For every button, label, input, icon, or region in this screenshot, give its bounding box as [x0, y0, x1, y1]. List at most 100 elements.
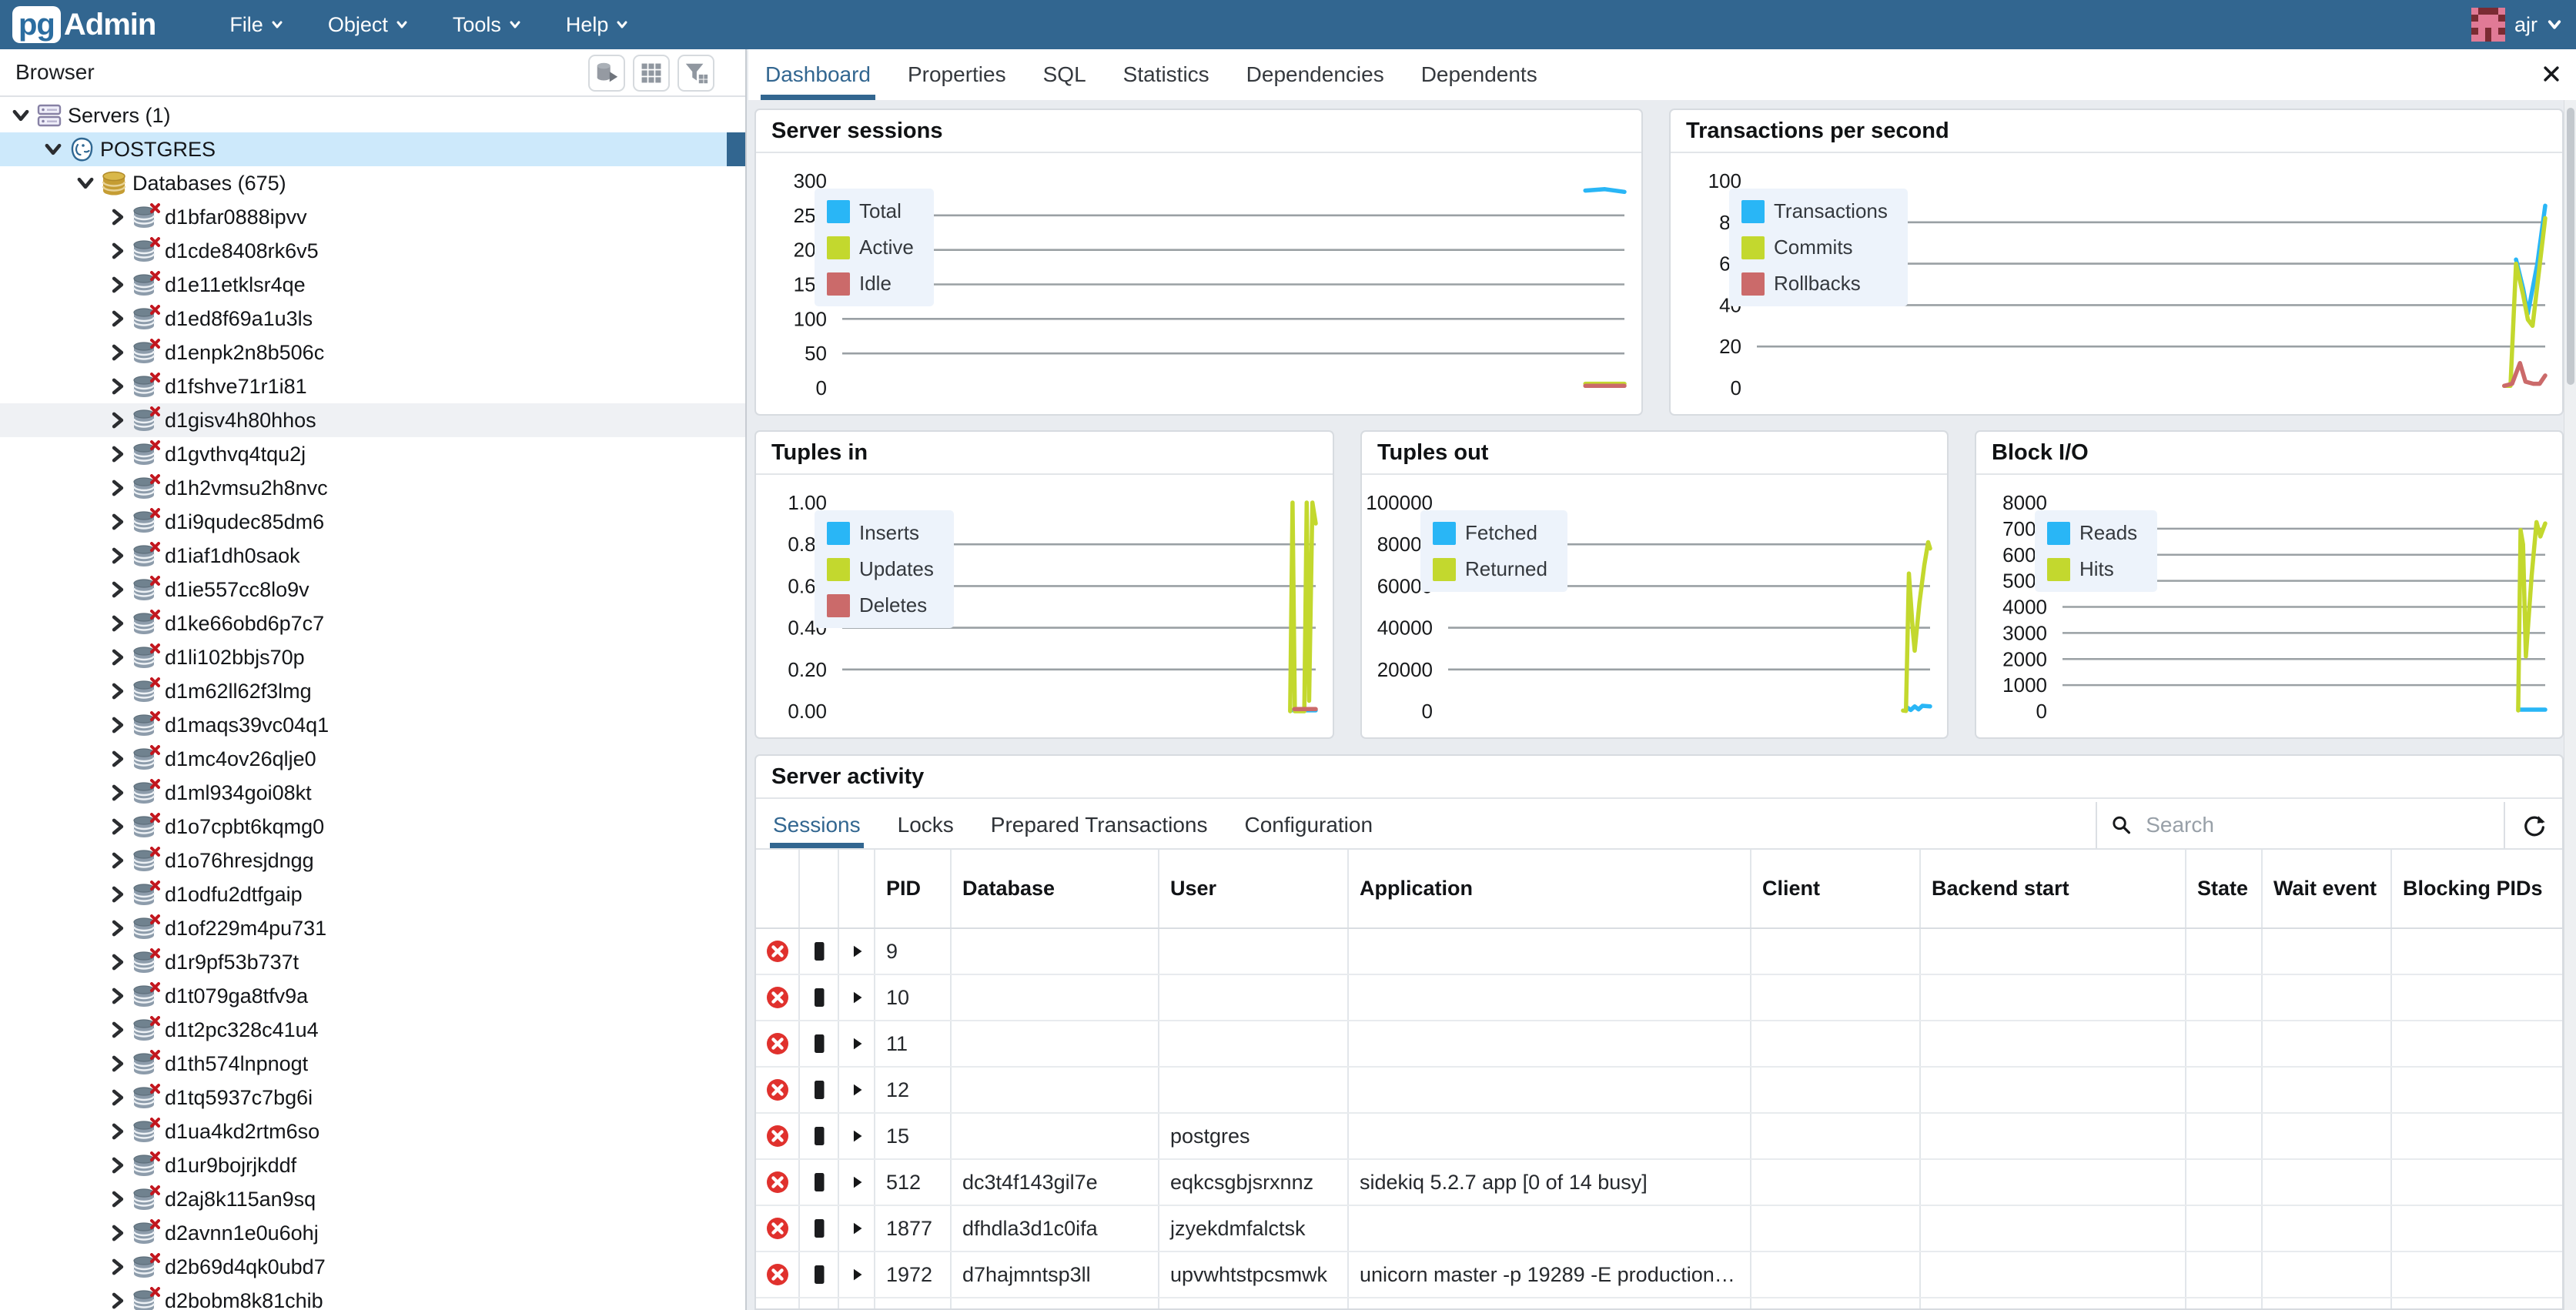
tree-item-d1odfu2dtfgaip[interactable]: d1odfu2dtfgaip	[0, 877, 745, 911]
chevron-right-icon[interactable]	[106, 984, 129, 1008]
chevron-right-icon[interactable]	[106, 1018, 129, 1041]
cancel-query-button[interactable]	[756, 1298, 800, 1308]
cancel-query-button[interactable]	[756, 1252, 800, 1297]
tree-item-d1t2pc328c41u4[interactable]: d1t2pc328c41u4	[0, 1013, 745, 1047]
tree-item-d1li102bbjs70p[interactable]: d1li102bbjs70p	[0, 640, 745, 674]
scrollbar-thumb[interactable]	[2567, 108, 2574, 385]
terminate-session-button[interactable]	[800, 1298, 839, 1308]
column-header-backend-start[interactable]: Backend start	[1921, 850, 2186, 927]
cancel-query-button[interactable]	[756, 1021, 800, 1066]
column-header-application[interactable]: Application	[1349, 850, 1751, 927]
tree-item-d1m62ll62f3lmg[interactable]: d1m62ll62f3lmg	[0, 674, 745, 708]
chevron-right-icon[interactable]	[106, 206, 129, 229]
terminate-session-button[interactable]	[800, 1160, 839, 1205]
expand-details-button[interactable]	[839, 929, 875, 974]
expand-details-button[interactable]	[839, 1068, 875, 1112]
close-panel-button[interactable]	[2538, 60, 2565, 88]
expand-details-button[interactable]	[839, 1298, 875, 1308]
tree-item-d1bfar0888ipvv[interactable]: d1bfar0888ipvv	[0, 200, 745, 234]
chevron-right-icon[interactable]	[106, 273, 129, 296]
column-header-icon-0[interactable]	[756, 850, 800, 927]
tree-item-d1t079ga8tfv9a[interactable]: d1t079ga8tfv9a	[0, 979, 745, 1013]
chevron-right-icon[interactable]	[106, 544, 129, 567]
tree-item-d1ie557cc8lo9v[interactable]: d1ie557cc8lo9v	[0, 573, 745, 607]
refresh-button[interactable]	[2517, 811, 2551, 840]
menu-object[interactable]: Object	[328, 13, 408, 37]
column-header-blocking-pids[interactable]: Blocking PIDs	[2392, 850, 2562, 927]
filtered-rows-button[interactable]	[677, 55, 714, 92]
chevron-right-icon[interactable]	[106, 646, 129, 669]
tree-item-servers-1[interactable]: Servers (1)	[0, 99, 745, 132]
chevron-right-icon[interactable]	[106, 239, 129, 262]
tree-item-d1r9pf53b737t[interactable]: d1r9pf53b737t	[0, 945, 745, 979]
chevron-right-icon[interactable]	[106, 1289, 129, 1310]
chevron-right-icon[interactable]	[106, 443, 129, 466]
tree-item-d1gvthvq4tqu2j[interactable]: d1gvthvq4tqu2j	[0, 437, 745, 471]
tab-dependents[interactable]: Dependents	[1421, 49, 1537, 100]
chevron-right-icon[interactable]	[106, 510, 129, 533]
chevron-right-icon[interactable]	[106, 849, 129, 872]
chevron-right-icon[interactable]	[106, 1154, 129, 1177]
activity-tab-configuration[interactable]: Configuration	[1245, 802, 1373, 848]
terminate-session-button[interactable]	[800, 1021, 839, 1066]
cancel-query-button[interactable]	[756, 975, 800, 1020]
column-header-state[interactable]: State	[2186, 850, 2263, 927]
cancel-query-button[interactable]	[756, 1160, 800, 1205]
tree-item-d1tq5937c7bg6i[interactable]: d1tq5937c7bg6i	[0, 1081, 745, 1115]
chevron-right-icon[interactable]	[106, 409, 129, 432]
chevron-right-icon[interactable]	[106, 612, 129, 635]
column-header-database[interactable]: Database	[952, 850, 1159, 927]
cancel-query-button[interactable]	[756, 929, 800, 974]
expand-details-button[interactable]	[839, 975, 875, 1020]
chevron-right-icon[interactable]	[106, 1120, 129, 1143]
user-menu[interactable]: ajr	[2471, 0, 2562, 49]
cancel-query-button[interactable]	[756, 1206, 800, 1251]
activity-tab-sessions[interactable]: Sessions	[773, 802, 861, 848]
vertical-scrollbar[interactable]	[2564, 100, 2576, 1310]
tab-statistics[interactable]: Statistics	[1123, 49, 1209, 100]
chevron-right-icon[interactable]	[106, 375, 129, 398]
chevron-right-icon[interactable]	[106, 1255, 129, 1278]
tree-item-d1th574lnpnogt[interactable]: d1th574lnpnogt	[0, 1047, 745, 1081]
column-header-pid[interactable]: PID	[875, 850, 952, 927]
tree-item-d1maqs39vc04q1[interactable]: d1maqs39vc04q1	[0, 708, 745, 742]
tree-item-postgres[interactable]: POSTGRES	[0, 132, 745, 166]
terminate-session-button[interactable]	[800, 1114, 839, 1158]
column-header-icon-1[interactable]	[800, 850, 839, 927]
chevron-right-icon[interactable]	[106, 917, 129, 940]
chevron-right-icon[interactable]	[106, 578, 129, 601]
tree-item-d1cde8408rk6v5[interactable]: d1cde8408rk6v5	[0, 234, 745, 268]
expand-details-button[interactable]	[839, 1021, 875, 1066]
tab-dashboard[interactable]: Dashboard	[765, 49, 871, 100]
tree-item-d1enpk2n8b506c[interactable]: d1enpk2n8b506c	[0, 336, 745, 369]
tab-sql[interactable]: SQL	[1043, 49, 1086, 100]
tree-item-d1h2vmsu2h8nvc[interactable]: d1h2vmsu2h8nvc	[0, 471, 745, 505]
tree-item-d1ed8f69a1u3ls[interactable]: d1ed8f69a1u3ls	[0, 302, 745, 336]
tree-item-d2bobm8k81chib[interactable]: d2bobm8k81chib	[0, 1284, 745, 1310]
chevron-right-icon[interactable]	[106, 307, 129, 330]
expand-details-button[interactable]	[839, 1206, 875, 1251]
chevron-right-icon[interactable]	[106, 476, 129, 500]
tree-item-d1e11etklsr4qe[interactable]: d1e11etklsr4qe	[0, 268, 745, 302]
chevron-right-icon[interactable]	[106, 1221, 129, 1245]
terminate-session-button[interactable]	[800, 1252, 839, 1297]
column-header-client[interactable]: Client	[1751, 850, 1921, 927]
menu-tools[interactable]: Tools	[453, 13, 521, 37]
tree-item-d1ke66obd6p7c7[interactable]: d1ke66obd6p7c7	[0, 607, 745, 640]
tree-item-d2b69d4qk0ubd7[interactable]: d2b69d4qk0ubd7	[0, 1250, 745, 1284]
chevron-right-icon[interactable]	[106, 1086, 129, 1109]
expand-details-button[interactable]	[839, 1252, 875, 1297]
chevron-right-icon[interactable]	[106, 781, 129, 804]
view-data-button[interactable]	[588, 55, 625, 92]
tree-item-d1ua4kd2rtm6so[interactable]: d1ua4kd2rtm6so	[0, 1115, 745, 1148]
activity-tab-locks[interactable]: Locks	[898, 802, 954, 848]
cancel-query-button[interactable]	[756, 1068, 800, 1112]
column-header-wait-event[interactable]: Wait event	[2263, 850, 2392, 927]
tree-item-d1mc4ov26qlje0[interactable]: d1mc4ov26qlje0	[0, 742, 745, 776]
tree-item-d1of229m4pu731[interactable]: d1of229m4pu731	[0, 911, 745, 945]
tab-dependencies[interactable]: Dependencies	[1246, 49, 1384, 100]
chevron-right-icon[interactable]	[106, 713, 129, 737]
tree-item-databases-675[interactable]: Databases (675)	[0, 166, 745, 200]
chevron-right-icon[interactable]	[106, 747, 129, 770]
tab-properties[interactable]: Properties	[908, 49, 1006, 100]
